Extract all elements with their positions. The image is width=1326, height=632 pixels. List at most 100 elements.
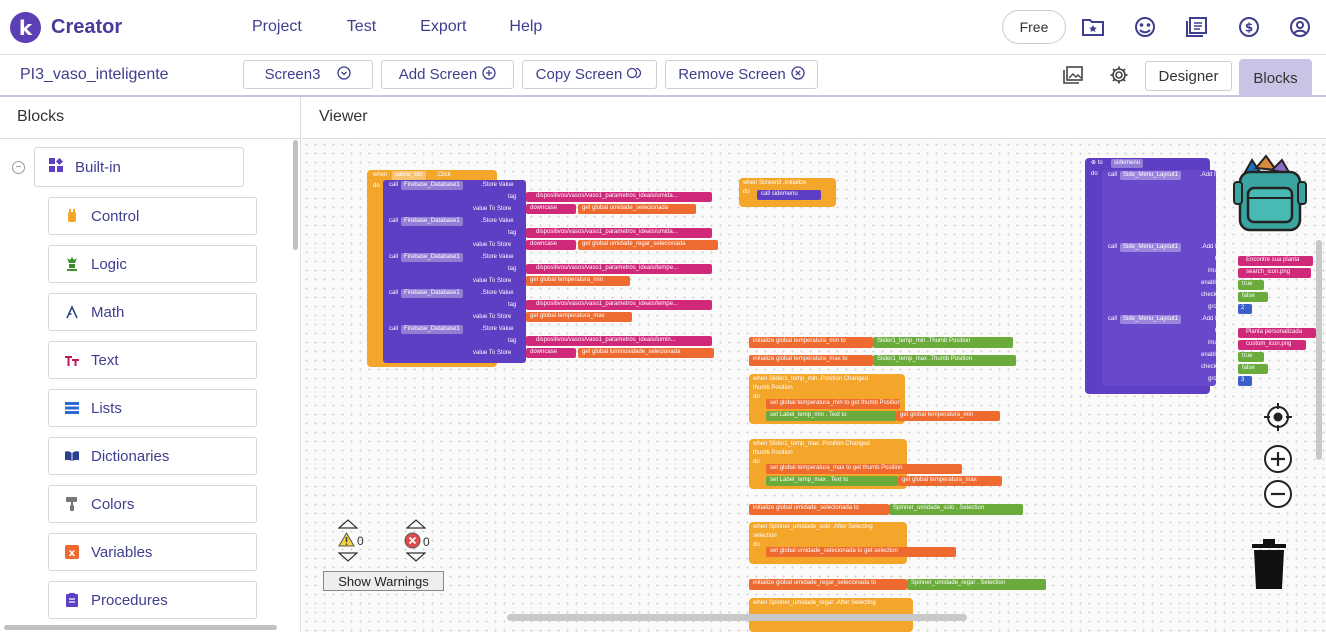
get-variable-block[interactable]: get global temperatura_max [526, 312, 632, 322]
svg-text:$: $ [1245, 21, 1253, 35]
copy-screen-button[interactable]: Copy Screen [522, 60, 657, 89]
guide-icon[interactable] [1185, 15, 1209, 39]
copy-icon [627, 66, 643, 83]
text-string-block[interactable]: Planta personalizada [1238, 328, 1316, 338]
downcase-block[interactable]: downcase [526, 240, 576, 250]
gear-icon[interactable] [1107, 63, 1131, 87]
get-variable-block[interactable]: get global temperatura_min [896, 411, 1000, 421]
get-variable-block[interactable]: get global umidade_regar_selecionada [578, 240, 718, 250]
category-logic[interactable]: Logic [48, 245, 257, 283]
init-global-block[interactable]: initialize global umidade_regar_selecion… [749, 579, 907, 590]
text-string-block[interactable]: dispositivos/vasos/vaso1_parametros_idea… [526, 300, 712, 310]
set-label-text-block[interactable]: set Label_temp_min . Text to [766, 411, 896, 421]
warning-up-arrow[interactable] [337, 518, 359, 532]
call-sidemenu-block[interactable]: call sidemenu [757, 190, 821, 200]
main-menu: Project Test Export Help [252, 18, 542, 36]
boolean-block[interactable]: true [1238, 352, 1264, 362]
blocks-panel: Blocks − Built-in Control Logic Math Tex… [0, 97, 301, 632]
text-string-block[interactable]: dispositivos/vasos/vaso1_parametros_idea… [526, 336, 712, 346]
add-item-block[interactable]: call Side_Menu_Layout1 .Add Item call Si… [1102, 170, 1216, 386]
error-down-arrow[interactable] [405, 551, 427, 565]
category-math[interactable]: Math [48, 293, 257, 331]
text-string-block[interactable]: search_icon.png [1238, 268, 1311, 278]
remove-screen-label: Remove Screen [678, 66, 786, 83]
screen-selector[interactable]: Screen3 [243, 60, 373, 89]
show-warnings-button[interactable]: Show Warnings [323, 571, 444, 591]
boolean-block[interactable]: false [1238, 292, 1268, 302]
category-control[interactable]: Control [48, 197, 257, 235]
dictionaries-icon [65, 449, 79, 463]
builtin-drawer[interactable]: Built-in [34, 147, 244, 187]
init-global-block[interactable]: initialize global temperatura_max to [749, 355, 873, 366]
category-lists[interactable]: Lists [48, 389, 257, 427]
spinner-after-selecting-block[interactable]: when Spinner_umidade_solo .After Selecti… [749, 522, 907, 564]
category-colors[interactable]: Colors [48, 485, 257, 523]
lists-icon [65, 401, 79, 415]
boolean-block[interactable]: true [1238, 280, 1264, 290]
warning-down-arrow[interactable] [337, 551, 359, 565]
spinner-selection-block[interactable]: Spinner_umidade_regar . Selection [907, 579, 1046, 590]
math-icon [65, 305, 79, 319]
boolean-block[interactable]: false [1238, 364, 1268, 374]
text-string-block[interactable]: Encontre sua planta [1238, 256, 1313, 266]
screen-toolbar: PI3_vaso_inteligente Screen3 Add Screen … [0, 55, 1326, 97]
text-string-block[interactable]: dispositivos/vasos/vaso1_parametros_idea… [526, 228, 712, 238]
svg-text:x: x [69, 548, 76, 559]
gallery-icon[interactable] [1133, 15, 1157, 39]
horizontal-scrollbar[interactable] [4, 625, 277, 630]
menu-test[interactable]: Test [347, 18, 376, 36]
firebase-store-value-block[interactable]: call Firebase_Database1 .Store Value tag… [383, 180, 526, 363]
workspace-vertical-scrollbar[interactable] [1316, 240, 1322, 460]
number-block[interactable]: 3 [1238, 376, 1252, 386]
slider-thumb-position-block[interactable]: Slider1_temp_min .Thumb Position [873, 337, 1013, 348]
category-dictionaries[interactable]: Dictionaries [48, 437, 257, 475]
app-logo[interactable]: k Creator [10, 12, 122, 43]
designer-button[interactable]: Designer [1145, 61, 1232, 91]
backpack-icon[interactable] [1220, 154, 1310, 234]
init-global-block[interactable]: initialize global temperatura_min to [749, 337, 873, 348]
zoom-out-icon[interactable] [1263, 479, 1293, 514]
dollar-icon[interactable]: $ [1237, 15, 1261, 39]
set-label-text-block[interactable]: set Label_temp_max . Text to [766, 476, 898, 486]
downcase-block[interactable]: downcase [526, 204, 576, 214]
text-string-block[interactable]: dispositivos/vasos/vaso1_parametros_idea… [526, 264, 712, 274]
free-button[interactable]: Free [1002, 10, 1066, 44]
slider-thumb-position-block[interactable]: Slider1_temp_max .Thumb Position [873, 355, 1016, 366]
text-string-block[interactable]: dispositivos/vasos/vaso1_parametros_idea… [526, 192, 712, 202]
get-variable-block[interactable]: get global umidade_selecionada [578, 204, 696, 214]
set-variable-block[interactable]: set global temperatura_min to get thumb … [766, 399, 900, 409]
category-variables[interactable]: x Variables [48, 533, 257, 571]
zoom-in-icon[interactable] [1263, 444, 1293, 479]
error-up-arrow[interactable] [405, 518, 427, 532]
my-projects-icon[interactable] [1081, 15, 1105, 39]
procedures-icon [65, 593, 79, 607]
spinner-selection-block[interactable]: Spinner_umidade_solo . Selection [889, 504, 1023, 515]
downcase-block[interactable]: downcase [526, 348, 576, 358]
recenter-icon[interactable] [1263, 402, 1293, 437]
menu-project[interactable]: Project [252, 18, 302, 36]
get-variable-block[interactable]: get global temperatura_max [898, 476, 1002, 486]
account-icon[interactable] [1288, 15, 1312, 39]
category-procedures[interactable]: Procedures [48, 581, 257, 619]
blocks-button[interactable]: Blocks [1239, 59, 1312, 97]
blocks-workspace[interactable]: when salvar_btn .Click do call Firebase_… [302, 140, 1326, 632]
image-icon[interactable] [1061, 63, 1085, 87]
trash-icon[interactable] [1248, 535, 1290, 596]
workspace-horizontal-scrollbar[interactable] [507, 614, 967, 621]
menu-export[interactable]: Export [420, 18, 466, 36]
category-text[interactable]: Text [48, 341, 257, 379]
number-block[interactable]: 2 [1238, 304, 1252, 314]
vertical-scrollbar[interactable] [293, 140, 298, 250]
get-variable-block[interactable]: get global luminosidade_selecionada [578, 348, 714, 358]
text-string-block[interactable]: custom_icon.png [1238, 340, 1306, 350]
add-screen-label: Add Screen [398, 66, 478, 83]
set-variable-block[interactable]: set global umidade_selecionada to get se… [766, 547, 956, 557]
variables-icon: x [65, 545, 79, 559]
get-variable-block[interactable]: get global temperatura_min [526, 276, 630, 286]
add-screen-button[interactable]: Add Screen [381, 60, 514, 89]
init-global-block[interactable]: initialize global umidade_selecionada to [749, 504, 889, 515]
collapse-icon[interactable]: − [12, 161, 25, 174]
set-variable-block[interactable]: set global temperatura_max to get thumb … [766, 464, 962, 474]
menu-help[interactable]: Help [509, 18, 542, 36]
remove-screen-button[interactable]: Remove Screen [665, 60, 818, 89]
